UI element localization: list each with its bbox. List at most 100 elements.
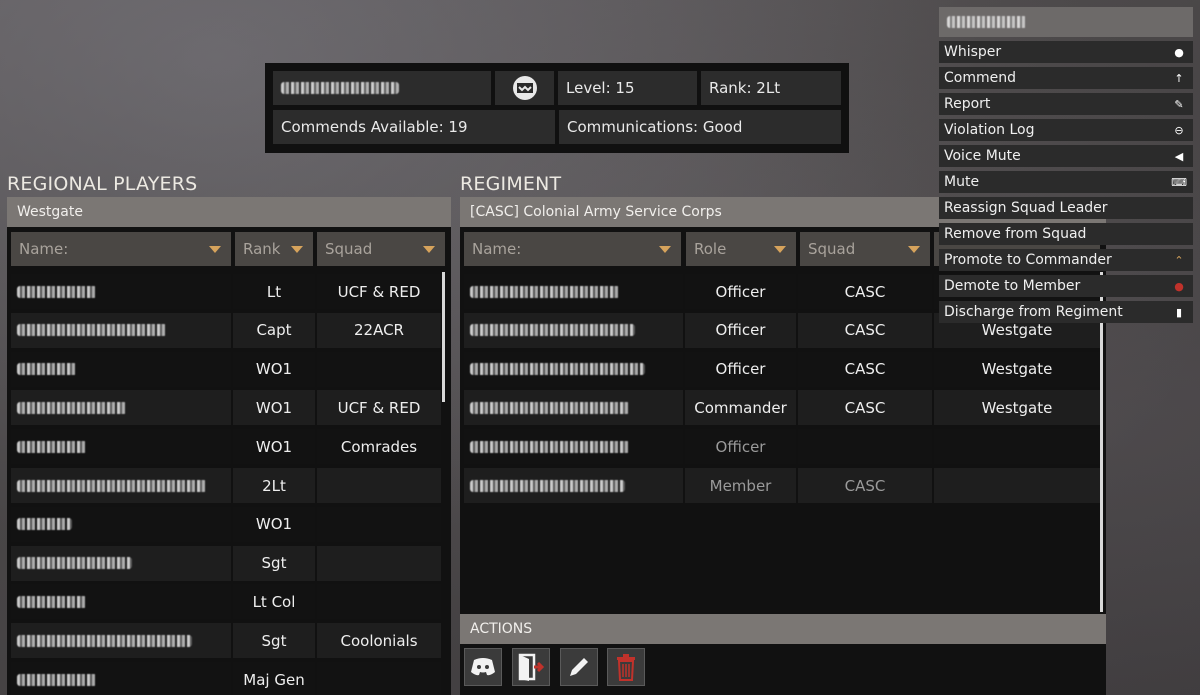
table-row[interactable]: Lt Col <box>11 584 441 620</box>
player-squad-cell <box>317 545 441 581</box>
name-sort-dropdown[interactable]: Name: <box>11 232 231 266</box>
table-row[interactable]: Capt 22ACR <box>11 312 441 348</box>
menu-item-demote-to-member[interactable]: Demote to Member ● <box>939 275 1193 297</box>
chevron-down-icon <box>291 246 303 253</box>
menu-item-mute[interactable]: Mute ⌨ <box>939 171 1193 193</box>
redacted-player-name <box>17 479 207 492</box>
redacted-member-name <box>470 324 635 337</box>
player-squad-cell: 22ACR <box>317 312 441 348</box>
arrow-up-icon: ↑ <box>1174 71 1184 85</box>
edit-button[interactable] <box>560 648 598 686</box>
regiment-squad-sort-dropdown[interactable]: Squad <box>800 232 930 266</box>
player-rank-cell: WO1 <box>233 429 315 465</box>
delete-button[interactable] <box>607 648 645 686</box>
redacted-player-name <box>17 518 72 531</box>
table-row[interactable]: 2Lt <box>11 468 441 503</box>
rank-insignia <box>495 71 554 105</box>
rank-sort-dropdown[interactable]: Rank <box>235 232 313 266</box>
player-info-panel: Level: 15 Rank: 2Lt Commends Available: … <box>265 63 849 153</box>
member-region-cell: Westgate <box>934 390 1100 426</box>
member-squad-cell: CASC <box>798 351 932 387</box>
squad-column-label: Squad <box>325 240 373 258</box>
table-row[interactable]: Lt UCF & RED <box>11 274 441 309</box>
player-rank-cell: Lt Col <box>233 584 315 620</box>
member-role-cell: Member <box>685 468 796 503</box>
rank-insignia-icon <box>512 76 537 100</box>
menu-item-label: Discharge from Regiment <box>944 304 1123 320</box>
table-row[interactable]: WO1 UCF & RED <box>11 390 441 426</box>
context-menu-player-name <box>939 7 1193 37</box>
leave-regiment-button[interactable] <box>512 648 550 686</box>
member-name-cell <box>464 274 683 309</box>
role-sort-dropdown[interactable]: Role <box>686 232 796 266</box>
player-rank-cell: WO1 <box>233 506 315 542</box>
player-rank-cell: Sgt <box>233 545 315 581</box>
menu-item-violation-log[interactable]: Violation Log ⊖ <box>939 119 1193 141</box>
table-row[interactable]: WO1 <box>11 506 441 542</box>
actions-bar <box>460 644 1106 695</box>
table-row[interactable]: Member CASC <box>464 468 1100 503</box>
redacted-member-name <box>470 479 625 492</box>
table-row[interactable]: Commander CASC Westgate <box>464 390 1100 426</box>
player-name-cell <box>11 429 231 465</box>
player-name-cell <box>11 274 231 309</box>
table-row[interactable]: WO1 Comrades <box>11 429 441 465</box>
table-row[interactable]: Sgt <box>11 545 441 581</box>
chevron-down-icon <box>908 246 920 253</box>
chevrons-up-icon: ⌃ <box>1174 253 1184 267</box>
report-icon: ✎ <box>1174 97 1184 111</box>
member-squad-cell: CASC <box>798 274 932 309</box>
rank-column-label: Rank <box>243 240 281 258</box>
redacted-player-name <box>17 634 192 647</box>
member-name-cell <box>464 351 683 387</box>
chevron-down-icon <box>774 246 786 253</box>
regiment-name-column-label: Name: <box>472 240 522 258</box>
menu-item-commend[interactable]: Commend ↑ <box>939 67 1193 89</box>
menu-item-label: Voice Mute <box>944 148 1021 164</box>
menu-item-discharge-from-regiment[interactable]: Discharge from Regiment ▮ <box>939 301 1193 323</box>
player-rank-cell: Lt <box>233 274 315 309</box>
player-squad-cell <box>317 584 441 620</box>
commends-available: Commends Available: 19 <box>273 110 555 144</box>
member-role-cell: Officer <box>685 312 796 348</box>
player-squad-cell <box>317 662 441 695</box>
table-row[interactable]: WO1 <box>11 351 441 387</box>
menu-item-reassign-squad-leader[interactable]: Reassign Squad Leader <box>939 197 1193 219</box>
table-row[interactable]: Officer CASC Westgate <box>464 351 1100 387</box>
player-squad-cell: Comrades <box>317 429 441 465</box>
player-squad-cell <box>317 468 441 503</box>
squad-sort-dropdown[interactable]: Squad <box>317 232 445 266</box>
member-region-cell: Westgate <box>934 351 1100 387</box>
regional-players-list: Lt UCF & RED Capt 22ACR WO1 WO1 UCF & RED WO1 Co… <box>11 274 441 695</box>
player-squad-cell: Coolonials <box>317 623 441 659</box>
player-rank-cell: 2Lt <box>233 468 315 503</box>
chevron-down-icon <box>659 246 671 253</box>
member-name-cell <box>464 390 683 426</box>
regional-list-scrollbar[interactable] <box>442 272 445 402</box>
table-row[interactable]: Sgt Coolonials <box>11 623 441 659</box>
member-squad-cell: CASC <box>798 312 932 348</box>
region-header: Westgate <box>7 197 451 227</box>
menu-item-whisper[interactable]: Whisper ● <box>939 41 1193 63</box>
member-squad-cell <box>798 429 932 465</box>
edit-pencil-icon <box>570 658 588 676</box>
player-name-cell <box>11 351 231 387</box>
player-name-cell <box>11 623 231 659</box>
regiment-name-sort-dropdown[interactable]: Name: <box>464 232 681 266</box>
menu-item-remove-from-squad[interactable]: Remove from Squad <box>939 223 1193 245</box>
menu-item-report[interactable]: Report ✎ <box>939 93 1193 115</box>
discord-icon <box>471 658 495 676</box>
player-rank-cell: WO1 <box>233 351 315 387</box>
member-name-cell <box>464 312 683 348</box>
player-rank: Rank: 2Lt <box>701 71 841 105</box>
table-row[interactable]: Officer <box>464 429 1100 465</box>
menu-item-voice-mute[interactable]: Voice Mute ◀ <box>939 145 1193 167</box>
redacted-member-name <box>470 363 645 376</box>
table-row[interactable]: Maj Gen <box>11 662 441 695</box>
player-squad-cell: UCF & RED <box>317 274 441 309</box>
redacted-player-name <box>17 440 87 453</box>
discord-button[interactable] <box>464 648 502 686</box>
menu-item-label: Demote to Member <box>944 278 1081 294</box>
minus-circle-icon: ⊖ <box>1174 123 1184 137</box>
menu-item-promote-to-commander[interactable]: Promote to Commander ⌃ <box>939 249 1193 271</box>
